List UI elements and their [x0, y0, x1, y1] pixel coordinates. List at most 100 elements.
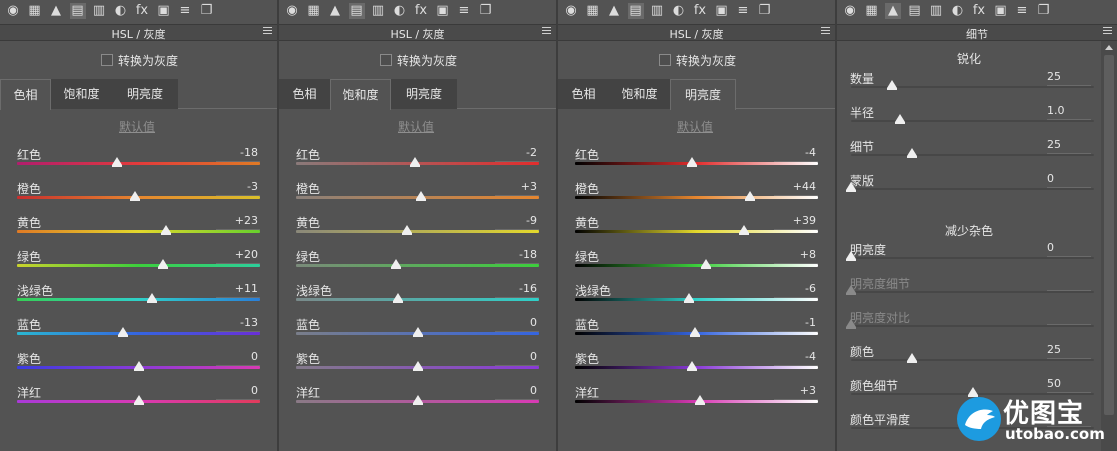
slider-thumb[interactable] — [111, 157, 122, 167]
hsl-icon[interactable]: ▤ — [627, 3, 644, 19]
hsl-icon[interactable]: ▤ — [69, 3, 86, 19]
basic-aperture-icon[interactable]: ◉ — [563, 3, 579, 19]
tab-luminance[interactable]: 明亮度 — [670, 79, 736, 110]
slider-thumb[interactable] — [686, 361, 697, 371]
slider-track[interactable] — [17, 230, 260, 233]
slider-track[interactable] — [296, 230, 539, 233]
basic-aperture-icon[interactable]: ◉ — [284, 3, 300, 19]
scrollbar[interactable] — [1101, 41, 1117, 451]
effects-fx-icon[interactable]: fx — [692, 3, 708, 19]
presets-sliders-icon[interactable]: ≡ — [177, 3, 193, 19]
slider-thumb[interactable] — [906, 148, 917, 158]
effects-fx-icon[interactable]: fx — [134, 3, 150, 19]
slider-track[interactable] — [17, 332, 260, 335]
slider-value[interactable]: 0 — [1047, 241, 1091, 254]
lens-corrections-icon[interactable]: ◐ — [950, 3, 966, 19]
tab-luminance[interactable]: 明亮度 — [112, 79, 178, 109]
slider-thumb[interactable] — [129, 191, 140, 201]
slider-value[interactable]: 50 — [1047, 377, 1091, 390]
hsl-icon[interactable]: ▤ — [907, 3, 923, 19]
tab-hue[interactable]: 色相 — [558, 79, 609, 109]
snapshots-icon[interactable]: ❐ — [757, 3, 773, 19]
slider-track[interactable] — [851, 257, 1094, 259]
slider-track[interactable] — [17, 264, 260, 267]
default-link[interactable]: 默认值 — [119, 118, 155, 135]
panel-menu-icon[interactable] — [542, 27, 551, 36]
slider-thumb[interactable] — [684, 293, 695, 303]
slider-thumb[interactable] — [416, 191, 427, 201]
slider-thumb[interactable] — [412, 361, 423, 371]
tone-curve-icon[interactable]: ▦ — [27, 3, 43, 19]
slider-thumb[interactable] — [133, 361, 144, 371]
slider-value[interactable]: -13 — [216, 316, 260, 329]
slider-track[interactable] — [851, 359, 1094, 361]
slider-track[interactable] — [296, 264, 539, 267]
slider-track[interactable] — [296, 298, 539, 301]
slider-track[interactable] — [17, 298, 260, 301]
tab-saturation[interactable]: 饱和度 — [609, 79, 670, 109]
detail-triangle-icon[interactable]: ▲ — [606, 3, 622, 19]
slider-thumb[interactable] — [744, 191, 755, 201]
slider-thumb[interactable] — [161, 225, 172, 235]
slider-value[interactable]: -4 — [774, 146, 818, 159]
slider-value[interactable]: -9 — [495, 214, 539, 227]
slider-thumb[interactable] — [393, 293, 404, 303]
slider-thumb[interactable] — [133, 395, 144, 405]
slider-value[interactable]: -1 — [774, 316, 818, 329]
effects-fx-icon[interactable]: fx — [971, 3, 987, 19]
tone-curve-icon[interactable]: ▦ — [306, 3, 322, 19]
slider-thumb[interactable] — [686, 157, 697, 167]
default-link[interactable]: 默认值 — [677, 118, 713, 135]
slider-track[interactable] — [17, 162, 260, 165]
slider-thumb[interactable] — [390, 259, 401, 269]
slider-track[interactable] — [851, 120, 1094, 122]
slider-thumb[interactable] — [887, 80, 898, 90]
scroll-up-arrow-icon[interactable] — [1105, 45, 1113, 50]
detail-triangle-icon[interactable]: ▲ — [48, 3, 64, 19]
slider-value[interactable]: 25 — [1047, 343, 1091, 356]
tab-saturation[interactable]: 饱和度 — [330, 79, 391, 110]
snapshots-icon[interactable]: ❐ — [199, 3, 215, 19]
slider-value[interactable]: -18 — [495, 248, 539, 261]
snapshots-icon[interactable]: ❐ — [1036, 3, 1052, 19]
slider-thumb[interactable] — [701, 259, 712, 269]
slider-thumb[interactable] — [690, 327, 701, 337]
slider-thumb[interactable] — [846, 182, 856, 192]
slider-value[interactable]: 0 — [495, 384, 539, 397]
tab-hue[interactable]: 色相 — [0, 79, 51, 110]
slider-value[interactable]: -6 — [774, 282, 818, 295]
slider-thumb[interactable] — [738, 225, 749, 235]
panel-menu-icon[interactable] — [821, 27, 830, 36]
convert-grayscale-checkbox[interactable] — [101, 54, 113, 66]
camera-calibration-icon[interactable]: ▣ — [993, 3, 1009, 19]
slider-value[interactable]: +44 — [774, 180, 818, 193]
slider-thumb[interactable] — [846, 251, 856, 261]
tone-curve-icon[interactable]: ▦ — [585, 3, 601, 19]
basic-aperture-icon[interactable]: ◉ — [5, 3, 21, 19]
split-toning-icon[interactable]: ▥ — [370, 3, 386, 19]
slider-value[interactable]: 0 — [216, 384, 260, 397]
detail-triangle-icon[interactable]: ▲ — [885, 3, 901, 19]
effects-fx-icon[interactable]: fx — [413, 3, 429, 19]
tone-curve-icon[interactable]: ▦ — [864, 3, 880, 19]
slider-thumb[interactable] — [157, 259, 168, 269]
slider-value[interactable]: -18 — [216, 146, 260, 159]
presets-sliders-icon[interactable]: ≡ — [1014, 3, 1030, 19]
lens-corrections-icon[interactable]: ◐ — [113, 3, 129, 19]
slider-value[interactable]: -4 — [774, 350, 818, 363]
slider-track[interactable] — [575, 264, 818, 267]
basic-aperture-icon[interactable]: ◉ — [842, 3, 858, 19]
split-toning-icon[interactable]: ▥ — [649, 3, 665, 19]
hsl-icon[interactable]: ▤ — [348, 3, 365, 19]
lens-corrections-icon[interactable]: ◐ — [392, 3, 408, 19]
slider-thumb[interactable] — [412, 395, 423, 405]
slider-value[interactable]: +3 — [495, 180, 539, 193]
split-toning-icon[interactable]: ▥ — [91, 3, 107, 19]
slider-value[interactable]: +39 — [774, 214, 818, 227]
slider-value[interactable]: -16 — [495, 282, 539, 295]
slider-thumb[interactable] — [695, 395, 706, 405]
presets-sliders-icon[interactable]: ≡ — [735, 3, 751, 19]
default-link[interactable]: 默认值 — [398, 118, 434, 135]
detail-triangle-icon[interactable]: ▲ — [327, 3, 343, 19]
slider-value[interactable]: +11 — [216, 282, 260, 295]
